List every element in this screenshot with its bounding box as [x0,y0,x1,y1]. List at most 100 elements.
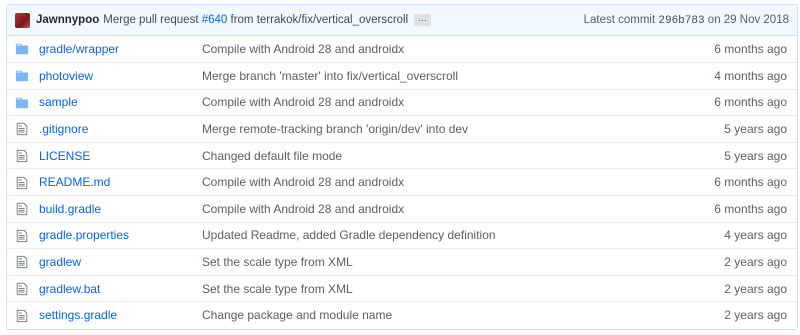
commit-message-cell: Compile with Android 28 and androidx [202,168,667,196]
table-row: build.gradle Compile with Android 28 and … [7,195,797,223]
name-cell: README.md [39,168,202,196]
file-icon [15,228,29,242]
icon-cell [7,248,39,276]
commit-message-cell: Merge branch 'master' into fix/vertical_… [202,62,667,90]
icon-cell [7,274,39,302]
file-name-link[interactable]: .gitignore [39,122,88,136]
commit-message-prefix[interactable]: Merge pull request [103,14,198,26]
file-name-link[interactable]: photoview [39,69,93,83]
file-icon [15,148,29,163]
commit-message-cell: Compile with Android 28 and androidx [202,195,667,223]
pull-request-link[interactable]: #640 [202,14,228,26]
table-row: gradle.properties Updated Readme, added G… [7,221,797,249]
icon-cell [7,36,39,63]
age-cell: 6 months ago [666,168,797,196]
file-commit-message-link[interactable]: Compile with Android 28 and androidx [202,202,404,216]
file-commit-message-link[interactable]: Merge remote-tracking branch 'origin/dev… [202,122,468,136]
file-icon [15,122,29,136]
commit-age: 5 years ago [724,122,787,137]
age-cell: 6 months ago [666,195,797,223]
file-commit-message-link[interactable]: Compile with Android 28 and androidx [202,95,404,109]
commit-message-cell: Set the scale type from XML [202,248,667,276]
expand-commit-button[interactable]: … [414,14,432,26]
age-cell: 2 years ago [666,301,797,329]
file-icon [15,308,29,323]
commit-message-cell: Compile with Android 28 and androidx [202,36,666,63]
file-commit-message-link[interactable]: Change package and module name [202,308,392,322]
file-icon [15,255,29,269]
table-row: .gitignore Merge remote-tracking branch '… [7,115,797,143]
icon-cell [7,301,39,329]
commit-age: 5 years ago [724,148,787,163]
folder-icon [15,42,29,56]
commit-age: 4 months ago [714,68,787,83]
name-cell: LICENSE [39,141,202,169]
table-row: README.md Compile with Android 28 and and… [7,168,797,196]
file-browser: Jawnnypoo Merge pull request #640 from t… [6,4,798,330]
name-cell: build.gradle [39,195,202,223]
commit-age: 6 months ago [714,95,787,110]
file-name-link[interactable]: build.gradle [39,202,101,216]
commit-message-cell: Updated Readme, added Gradle dependency … [202,221,667,249]
file-commit-message-link[interactable]: Compile with Android 28 and androidx [202,175,404,189]
name-cell: sample [39,88,202,116]
name-cell: gradle.properties [39,221,202,249]
name-cell: .gitignore [39,115,202,143]
file-name-link[interactable]: README.md [39,175,110,189]
avatar[interactable] [15,12,30,28]
file-commit-message-link[interactable]: Set the scale type from XML [202,255,353,269]
commit-sha-link[interactable]: 296b783 [658,15,704,27]
commit-message-suffix[interactable]: from terrakok/fix/vertical_overscroll [231,14,409,26]
file-name-link[interactable]: gradle.properties [39,228,129,242]
latest-commit-info: Latest commit 296b783 on 29 Nov 2018 [584,14,789,27]
commit-age: 4 years ago [724,228,787,243]
file-commit-message-link[interactable]: Updated Readme, added Gradle dependency … [202,228,496,242]
file-commit-message-link[interactable]: Compile with Android 28 and androidx [202,42,404,56]
table-row: sample Compile with Android 28 and androi… [7,88,797,116]
file-commit-message-link[interactable]: Changed default file mode [202,149,342,163]
file-name-link[interactable]: gradlew.bat [39,282,100,296]
folder-icon [15,95,29,109]
age-cell: 6 months ago [666,36,797,63]
commit-age: 2 years ago [724,281,787,296]
icon-cell [7,221,39,249]
commit-message: Merge pull request #640 from terrakok/fi… [103,14,408,26]
icon-cell [7,168,39,196]
commit-age: 6 months ago [714,42,787,57]
commit-author[interactable]: Jawnnypoo [36,14,99,26]
latest-commit-label: Latest commit [583,13,656,26]
commit-message-cell: Change package and module name [202,301,667,329]
commit-age: 2 years ago [724,308,787,323]
commit-message-cell: Changed default file mode [202,141,667,169]
file-icon [15,281,29,296]
icon-cell [7,195,39,223]
file-name-link[interactable]: gradle/wrapper [39,42,119,56]
file-commit-message-link[interactable]: Set the scale type from XML [202,282,353,296]
age-cell: 6 months ago [666,88,797,116]
latest-commit-bar: Jawnnypoo Merge pull request #640 from t… [7,5,797,36]
icon-cell [7,62,39,90]
age-cell: 2 years ago [666,274,797,302]
age-cell: 5 years ago [666,141,797,169]
table-row: gradlew.bat Set the scale type from XML 2 … [7,274,797,302]
age-cell: 4 years ago [666,221,797,249]
file-name-link[interactable]: settings.gradle [39,308,117,322]
folder-icon [15,68,29,82]
commit-message-cell: Set the scale type from XML [202,274,667,302]
file-name-link[interactable]: sample [39,95,78,109]
file-commit-message-link[interactable]: Merge branch 'master' into fix/vertical_… [202,69,458,83]
commit-message-cell: Merge remote-tracking branch 'origin/dev… [202,115,667,143]
name-cell: gradle/wrapper [39,36,202,63]
table-row: gradle/wrapper Compile with Android 28 an… [7,36,797,63]
file-name-link[interactable]: gradlew [39,255,81,269]
file-name-link[interactable]: LICENSE [39,149,90,163]
file-icon [15,175,29,189]
name-cell: photoview [39,62,202,90]
commit-message-cell: Compile with Android 28 and androidx [202,88,667,116]
age-cell: 2 years ago [666,248,797,276]
name-cell: gradlew.bat [39,274,202,302]
age-cell: 4 months ago [666,62,797,90]
icon-cell [7,88,39,116]
age-cell: 5 years ago [666,115,797,143]
icon-cell [7,115,39,143]
